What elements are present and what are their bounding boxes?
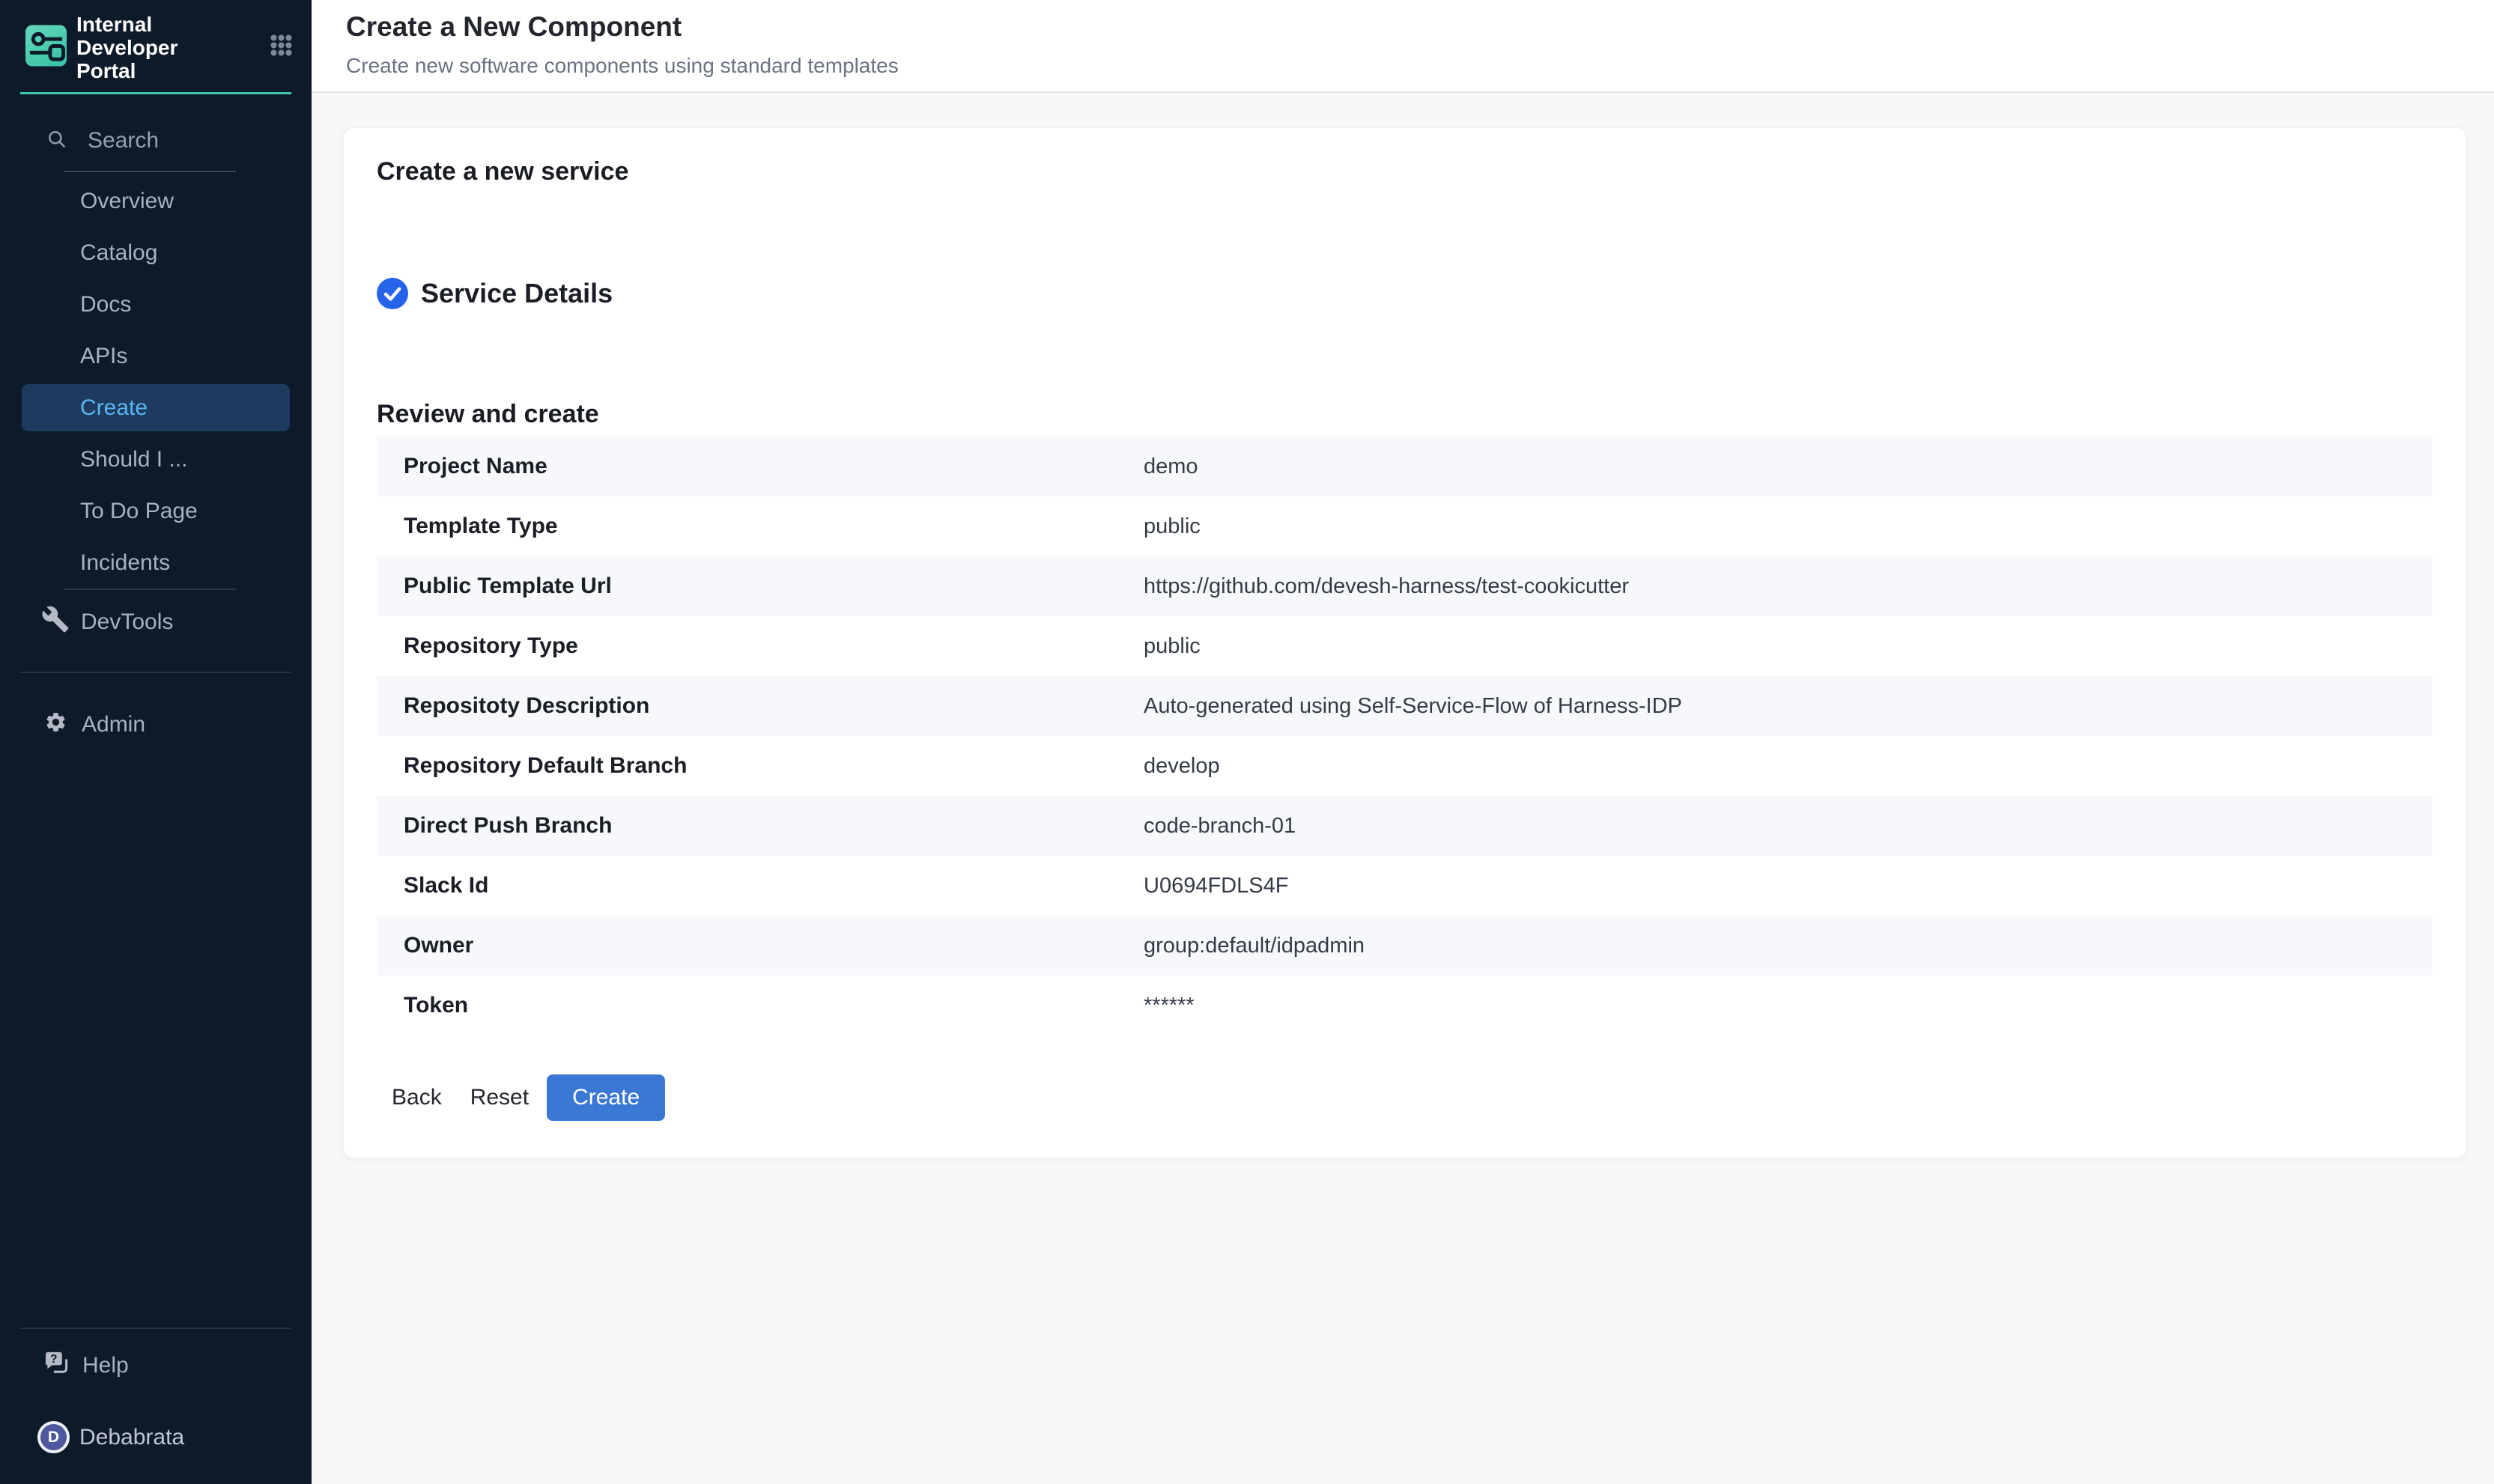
reset-button[interactable]: Reset <box>460 1074 539 1121</box>
field-label: Public Template Url <box>377 574 1144 599</box>
card-title: Create a new service <box>377 155 2433 188</box>
stepper: Service Details <box>377 278 2433 309</box>
table-row: Ownergroup:default/idpadmin <box>377 916 2433 976</box>
search-input[interactable]: Search <box>0 124 312 157</box>
form-actions: Back Reset Create <box>381 1074 2433 1121</box>
sidebar-item-create[interactable]: Create <box>22 384 290 431</box>
field-value: ****** <box>1144 994 1195 1018</box>
table-row: Direct Push Branchcode-branch-01 <box>377 796 2433 856</box>
svg-text:?: ? <box>50 1353 57 1366</box>
field-label: Repository Default Branch <box>377 753 1144 779</box>
sidebar-item-help[interactable]: ? Help <box>0 1340 312 1391</box>
field-value: code-branch-01 <box>1144 814 1296 839</box>
table-row: Template Typepublic <box>377 496 2433 556</box>
field-label: Repositoty Description <box>377 693 1144 719</box>
table-row: Project Namedemo <box>377 437 2433 496</box>
field-label: Repository Type <box>377 633 1144 659</box>
page-subtitle: Create new software components using sta… <box>346 54 2494 78</box>
sidebar-item-should-i[interactable]: Should I ... <box>0 434 312 485</box>
portal-logo-icon[interactable] <box>25 25 67 70</box>
field-label: Token <box>377 993 1144 1018</box>
field-label: Owner <box>377 933 1144 958</box>
step-completed-check-icon <box>377 278 408 309</box>
table-row: Public Template Urlhttps://github.com/de… <box>377 556 2433 616</box>
field-value: public <box>1144 634 1201 659</box>
nav-divider <box>64 589 236 590</box>
table-row: Repositoty DescriptionAuto-generated usi… <box>377 676 2433 736</box>
portal-title: Internal Developer Portal <box>76 13 235 82</box>
table-row: Slack IdU0694FDLS4F <box>377 856 2433 916</box>
admin-divider <box>20 672 291 673</box>
page-title: Create a New Component <box>346 10 2494 43</box>
user-name: Debabrata <box>79 1425 184 1450</box>
devtools-label: DevTools <box>81 609 173 635</box>
field-label: Direct Push Branch <box>377 813 1144 839</box>
avatar: D <box>37 1421 70 1453</box>
sidebar: Internal Developer Portal Search Overvie… <box>0 0 312 1484</box>
sidebar-item-overview[interactable]: Overview <box>0 175 312 227</box>
create-button[interactable]: Create <box>547 1074 665 1121</box>
sidebar-header: Internal Developer Portal <box>0 0 312 94</box>
user-menu[interactable]: D Debabrata <box>0 1411 312 1463</box>
step-label[interactable]: Service Details <box>421 278 613 309</box>
search-icon <box>46 129 67 153</box>
review-table: Project NamedemoTemplate TypepublicPubli… <box>377 437 2433 1036</box>
sidebar-item-incidents[interactable]: Incidents <box>0 537 312 589</box>
help-chat-icon: ? <box>43 1350 70 1382</box>
wrench-icon <box>41 605 70 639</box>
field-value: https://github.com/devesh-harness/test-c… <box>1144 574 1629 599</box>
search-underline <box>64 171 236 172</box>
field-label: Template Type <box>377 514 1144 539</box>
sidebar-item-to-do-page[interactable]: To Do Page <box>0 485 312 537</box>
field-label: Project Name <box>377 454 1144 479</box>
sidebar-footer: ? Help D Debabrata <box>0 1328 312 1484</box>
sidebar-nav: OverviewCatalogDocsAPIsCreateShould I ..… <box>0 175 312 589</box>
field-value: group:default/idpadmin <box>1144 934 1365 958</box>
sidebar-item-devtools[interactable]: DevTools <box>0 597 312 648</box>
field-value: U0694FDLS4F <box>1144 874 1288 898</box>
field-value: public <box>1144 514 1201 539</box>
apps-grid-icon[interactable] <box>270 34 292 60</box>
back-button[interactable]: Back <box>381 1074 452 1121</box>
field-value: Auto-generated using Self-Service-Flow o… <box>1144 694 1682 719</box>
main-area: Create a New Component Create new softwa… <box>312 0 2494 1484</box>
field-value: develop <box>1144 754 1220 779</box>
sidebar-item-catalog[interactable]: Catalog <box>0 227 312 279</box>
app-root: Internal Developer Portal Search Overvie… <box>0 0 2494 1484</box>
gear-icon <box>44 711 67 740</box>
sidebar-item-apis[interactable]: APIs <box>0 330 312 382</box>
field-label: Slack Id <box>377 873 1144 898</box>
create-service-card: Create a new service Service Details Rev… <box>343 127 2466 1158</box>
content-area: Create a new service Service Details Rev… <box>312 93 2494 1484</box>
page-header: Create a New Component Create new softwa… <box>312 0 2494 93</box>
admin-label: Admin <box>82 712 145 738</box>
table-row: Repository Default Branchdevelop <box>377 736 2433 796</box>
sidebar-item-admin[interactable]: Admin <box>0 699 312 750</box>
table-row: Token****** <box>377 976 2433 1036</box>
search-placeholder: Search <box>88 128 159 153</box>
help-label: Help <box>82 1353 129 1378</box>
table-row: Repository Typepublic <box>377 616 2433 676</box>
sidebar-item-docs[interactable]: Docs <box>0 279 312 330</box>
review-title: Review and create <box>377 398 2433 431</box>
footer-divider <box>20 1328 291 1329</box>
field-value: demo <box>1144 454 1198 479</box>
